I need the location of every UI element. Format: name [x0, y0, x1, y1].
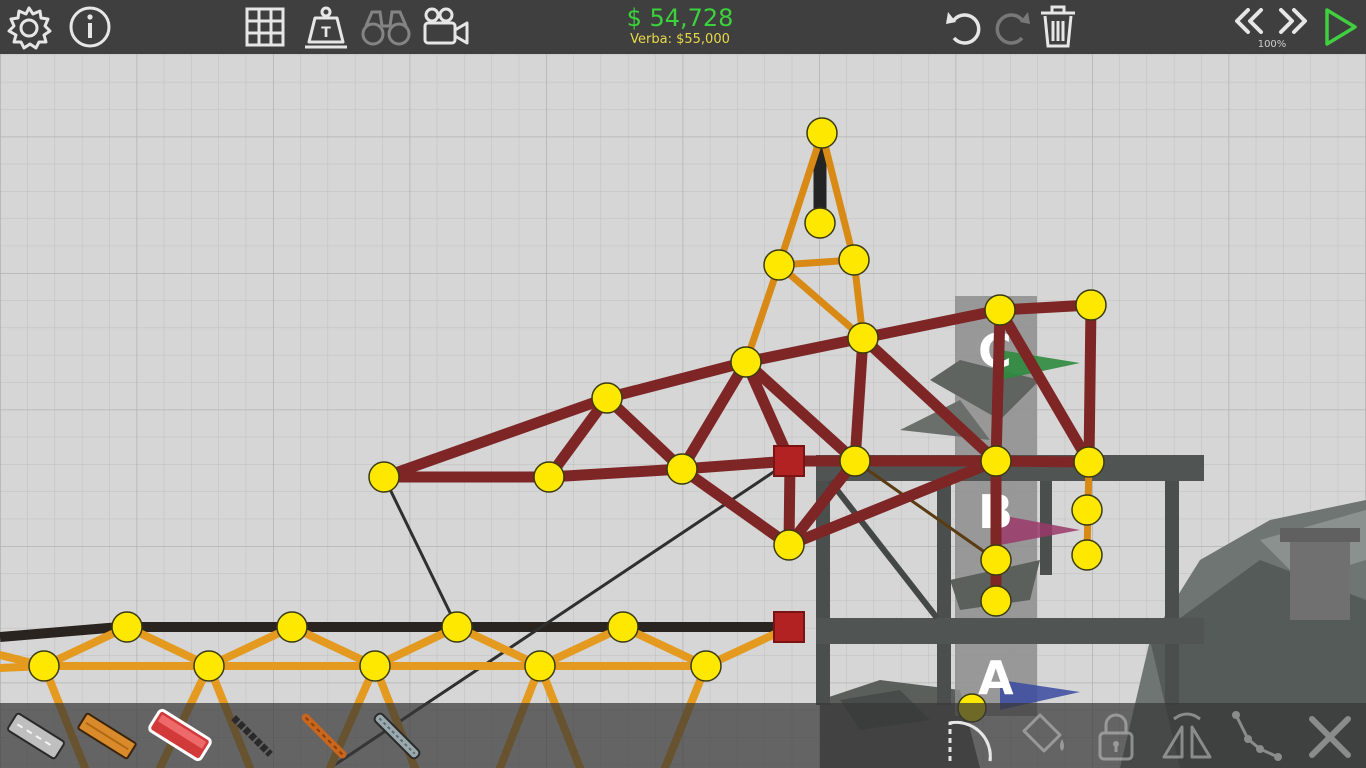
svg-text:T: T — [321, 25, 331, 41]
fast-forward-icon[interactable] — [1276, 6, 1310, 36]
gear-icon[interactable] — [6, 5, 52, 51]
speed-label: 100% — [1257, 39, 1287, 50]
steel-icon[interactable] — [366, 707, 428, 765]
split-icon[interactable] — [1230, 709, 1284, 763]
undo-icon[interactable] — [944, 6, 986, 48]
road-icon[interactable] — [4, 707, 68, 765]
budget-limit: Verba: $55,000 — [630, 32, 730, 47]
close-icon[interactable] — [1306, 713, 1354, 761]
current-cost: $ 54,728 — [626, 4, 734, 32]
wood-beam-icon[interactable] — [74, 707, 140, 765]
weight-icon[interactable]: T — [303, 4, 349, 50]
info-icon[interactable] — [68, 5, 112, 49]
video-camera-icon[interactable] — [422, 6, 470, 48]
game-stage[interactable]: C B A — [0, 0, 1366, 768]
play-icon[interactable] — [1320, 6, 1360, 48]
redo-icon[interactable] — [990, 6, 1032, 48]
rope-icon[interactable] — [222, 707, 282, 765]
reinforced-road-icon[interactable] — [146, 703, 214, 767]
cable-icon[interactable] — [294, 707, 354, 765]
top-toolbar: T $ 54,728 Verba: $55,000 100% — [0, 0, 1366, 54]
binoculars-icon[interactable] — [360, 8, 412, 48]
anchor-upper — [773, 445, 805, 477]
paint-bucket-icon[interactable] — [1018, 709, 1070, 763]
arc-tool-icon[interactable] — [944, 709, 996, 763]
rewind-icon[interactable] — [1232, 6, 1266, 36]
grid-icon[interactable] — [244, 6, 286, 48]
budget-display: $ 54,728 Verba: $55,000 — [560, 4, 800, 48]
anchor-lower — [773, 611, 805, 643]
lock-icon[interactable] — [1094, 709, 1138, 763]
mirror-icon[interactable] — [1160, 709, 1214, 763]
bottom-toolbar — [0, 703, 1366, 768]
checkpoint-a: A — [978, 651, 1014, 705]
trash-icon[interactable] — [1038, 4, 1078, 50]
